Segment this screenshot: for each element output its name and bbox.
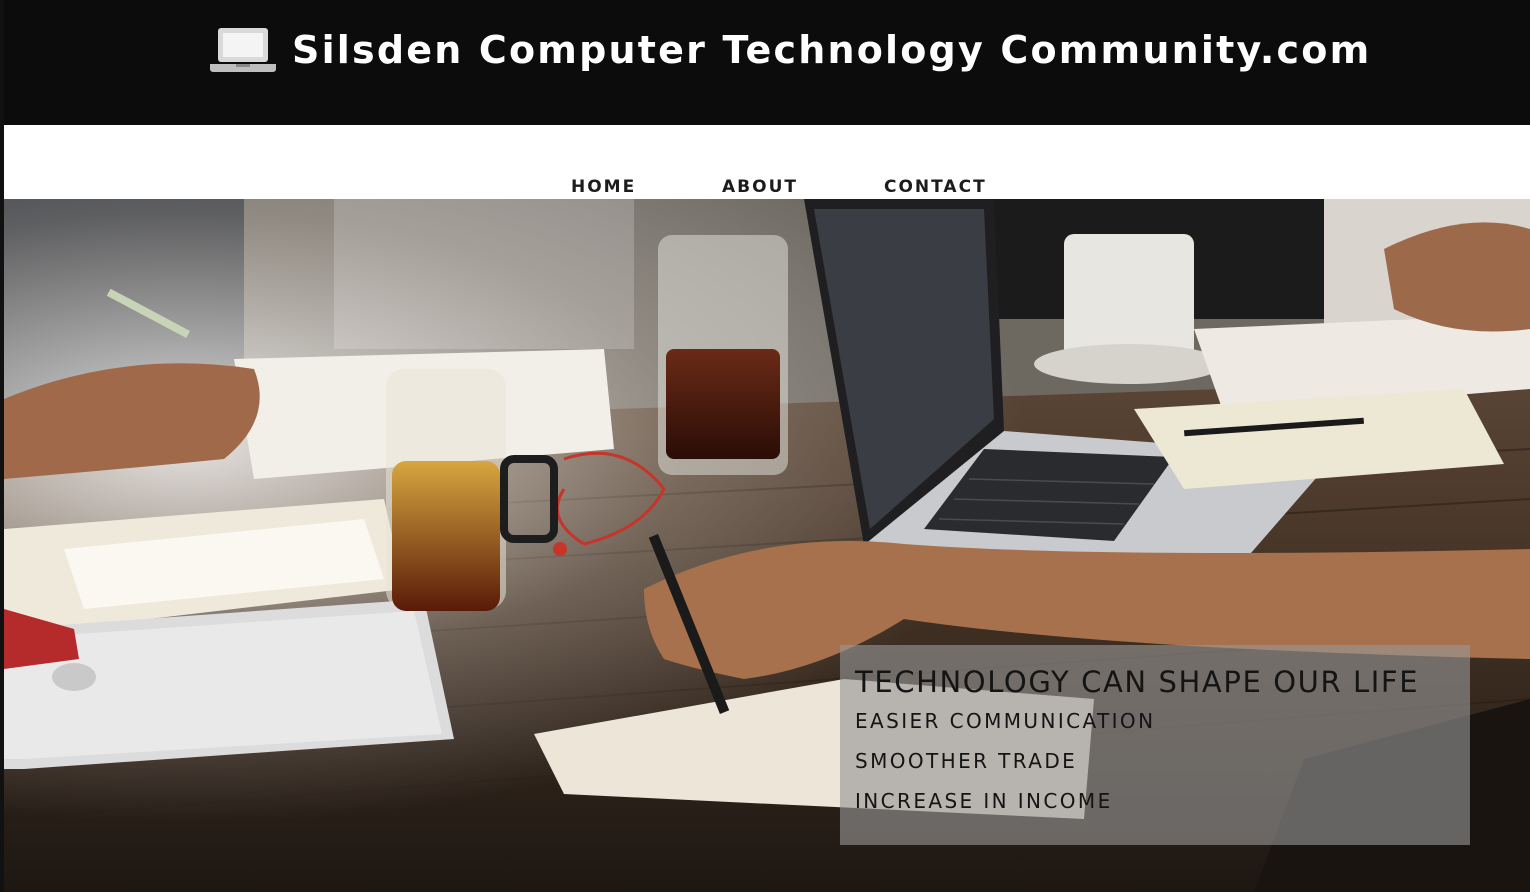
- nav-contact-link[interactable]: CONTACT: [884, 177, 987, 197]
- caption-line: SMOOTHER TRADE: [855, 749, 1078, 773]
- site-header: Silsden Computer Technology Community.co…: [0, 0, 1530, 125]
- hero-caption-box: TECHNOLOGY CAN SHAPE OUR LIFE EASIER COM…: [840, 645, 1470, 845]
- hero-banner: TECHNOLOGY CAN SHAPE OUR LIFE EASIER COM…: [4, 199, 1530, 892]
- site-title: Silsden Computer Technology Community.co…: [292, 28, 1372, 72]
- caption-line: EASIER COMMUNICATION: [855, 709, 1156, 733]
- site-brand[interactable]: Silsden Computer Technology Community.co…: [210, 24, 1371, 76]
- nav-about-link[interactable]: ABOUT: [722, 177, 798, 197]
- nav-home-link[interactable]: HOME: [571, 177, 636, 197]
- main-nav: HOME ABOUT CONTACT: [4, 125, 1530, 199]
- caption-line: INCREASE IN INCOME: [855, 789, 1113, 813]
- laptop-icon: [210, 28, 276, 72]
- window-edge: [0, 0, 4, 892]
- page: Silsden Computer Technology Community.co…: [0, 0, 1530, 892]
- caption-title: TECHNOLOGY CAN SHAPE OUR LIFE: [855, 665, 1420, 699]
